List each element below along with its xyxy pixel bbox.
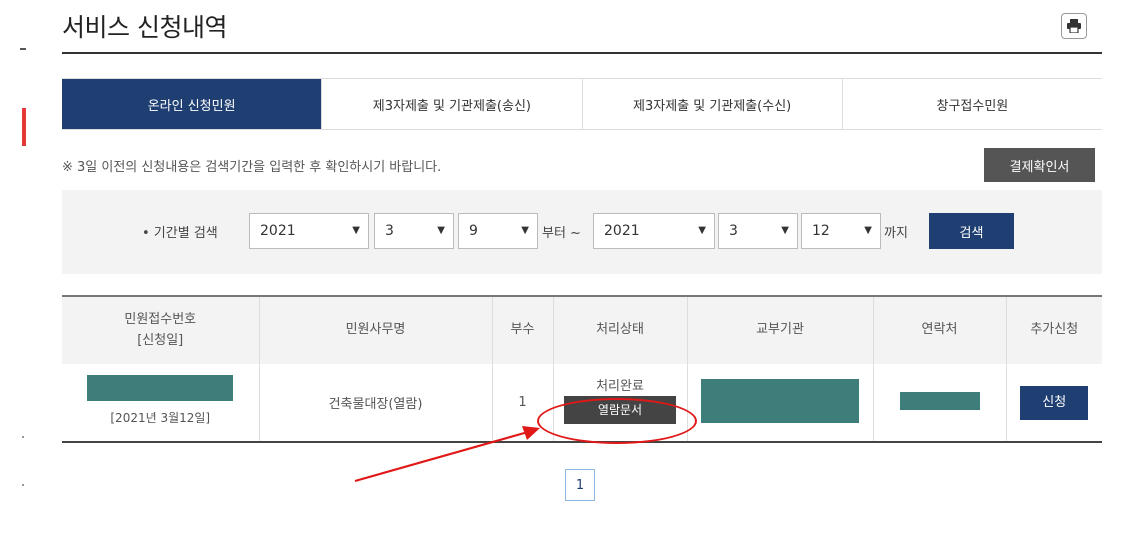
pagination-page-1[interactable]: 1 [565,469,595,501]
